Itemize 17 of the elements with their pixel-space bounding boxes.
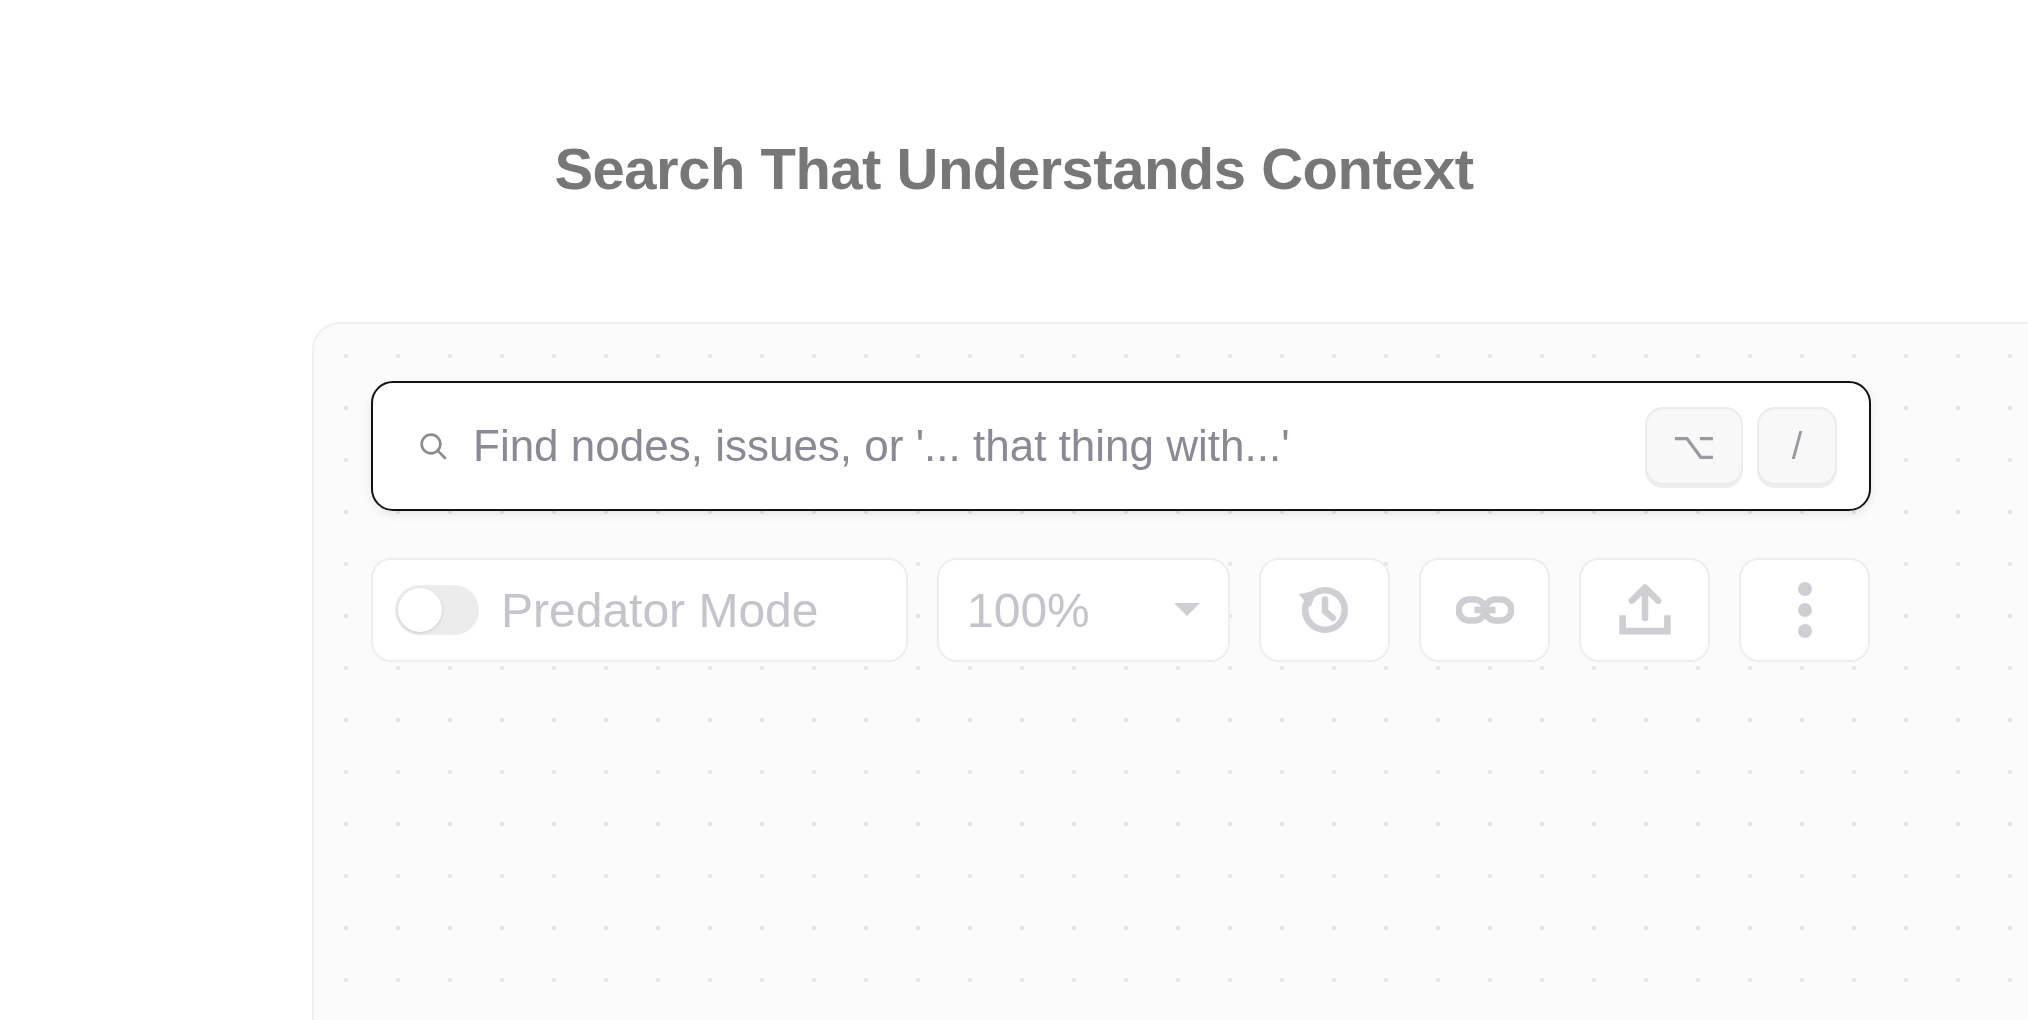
section-heading: Search That Understands Context (553, 135, 1475, 203)
history-button[interactable] (1259, 558, 1390, 662)
link-button[interactable] (1419, 558, 1550, 662)
zoom-dropdown[interactable]: 100% (937, 558, 1230, 662)
toggle-switch[interactable] (395, 585, 479, 635)
upload-button[interactable] (1579, 558, 1710, 662)
search-input[interactable]: Find nodes, issues, or '... that thing with...' (471, 420, 1645, 472)
shortcut-key: / (1757, 407, 1837, 485)
more-button[interactable] (1739, 558, 1870, 662)
mode-toggle-control[interactable]: Predator Mode (371, 558, 908, 662)
search-icon (417, 430, 449, 462)
toggle-label: Predator Mode (501, 582, 819, 638)
shortcut-key: ⌥ (1645, 407, 1743, 485)
more-icon (1797, 582, 1812, 638)
search-field[interactable]: Find nodes, issues, or '... that thing with...' ⌥ / (371, 381, 1871, 511)
caret-icon (1174, 603, 1200, 617)
zoom-value: 100% (967, 582, 1090, 638)
